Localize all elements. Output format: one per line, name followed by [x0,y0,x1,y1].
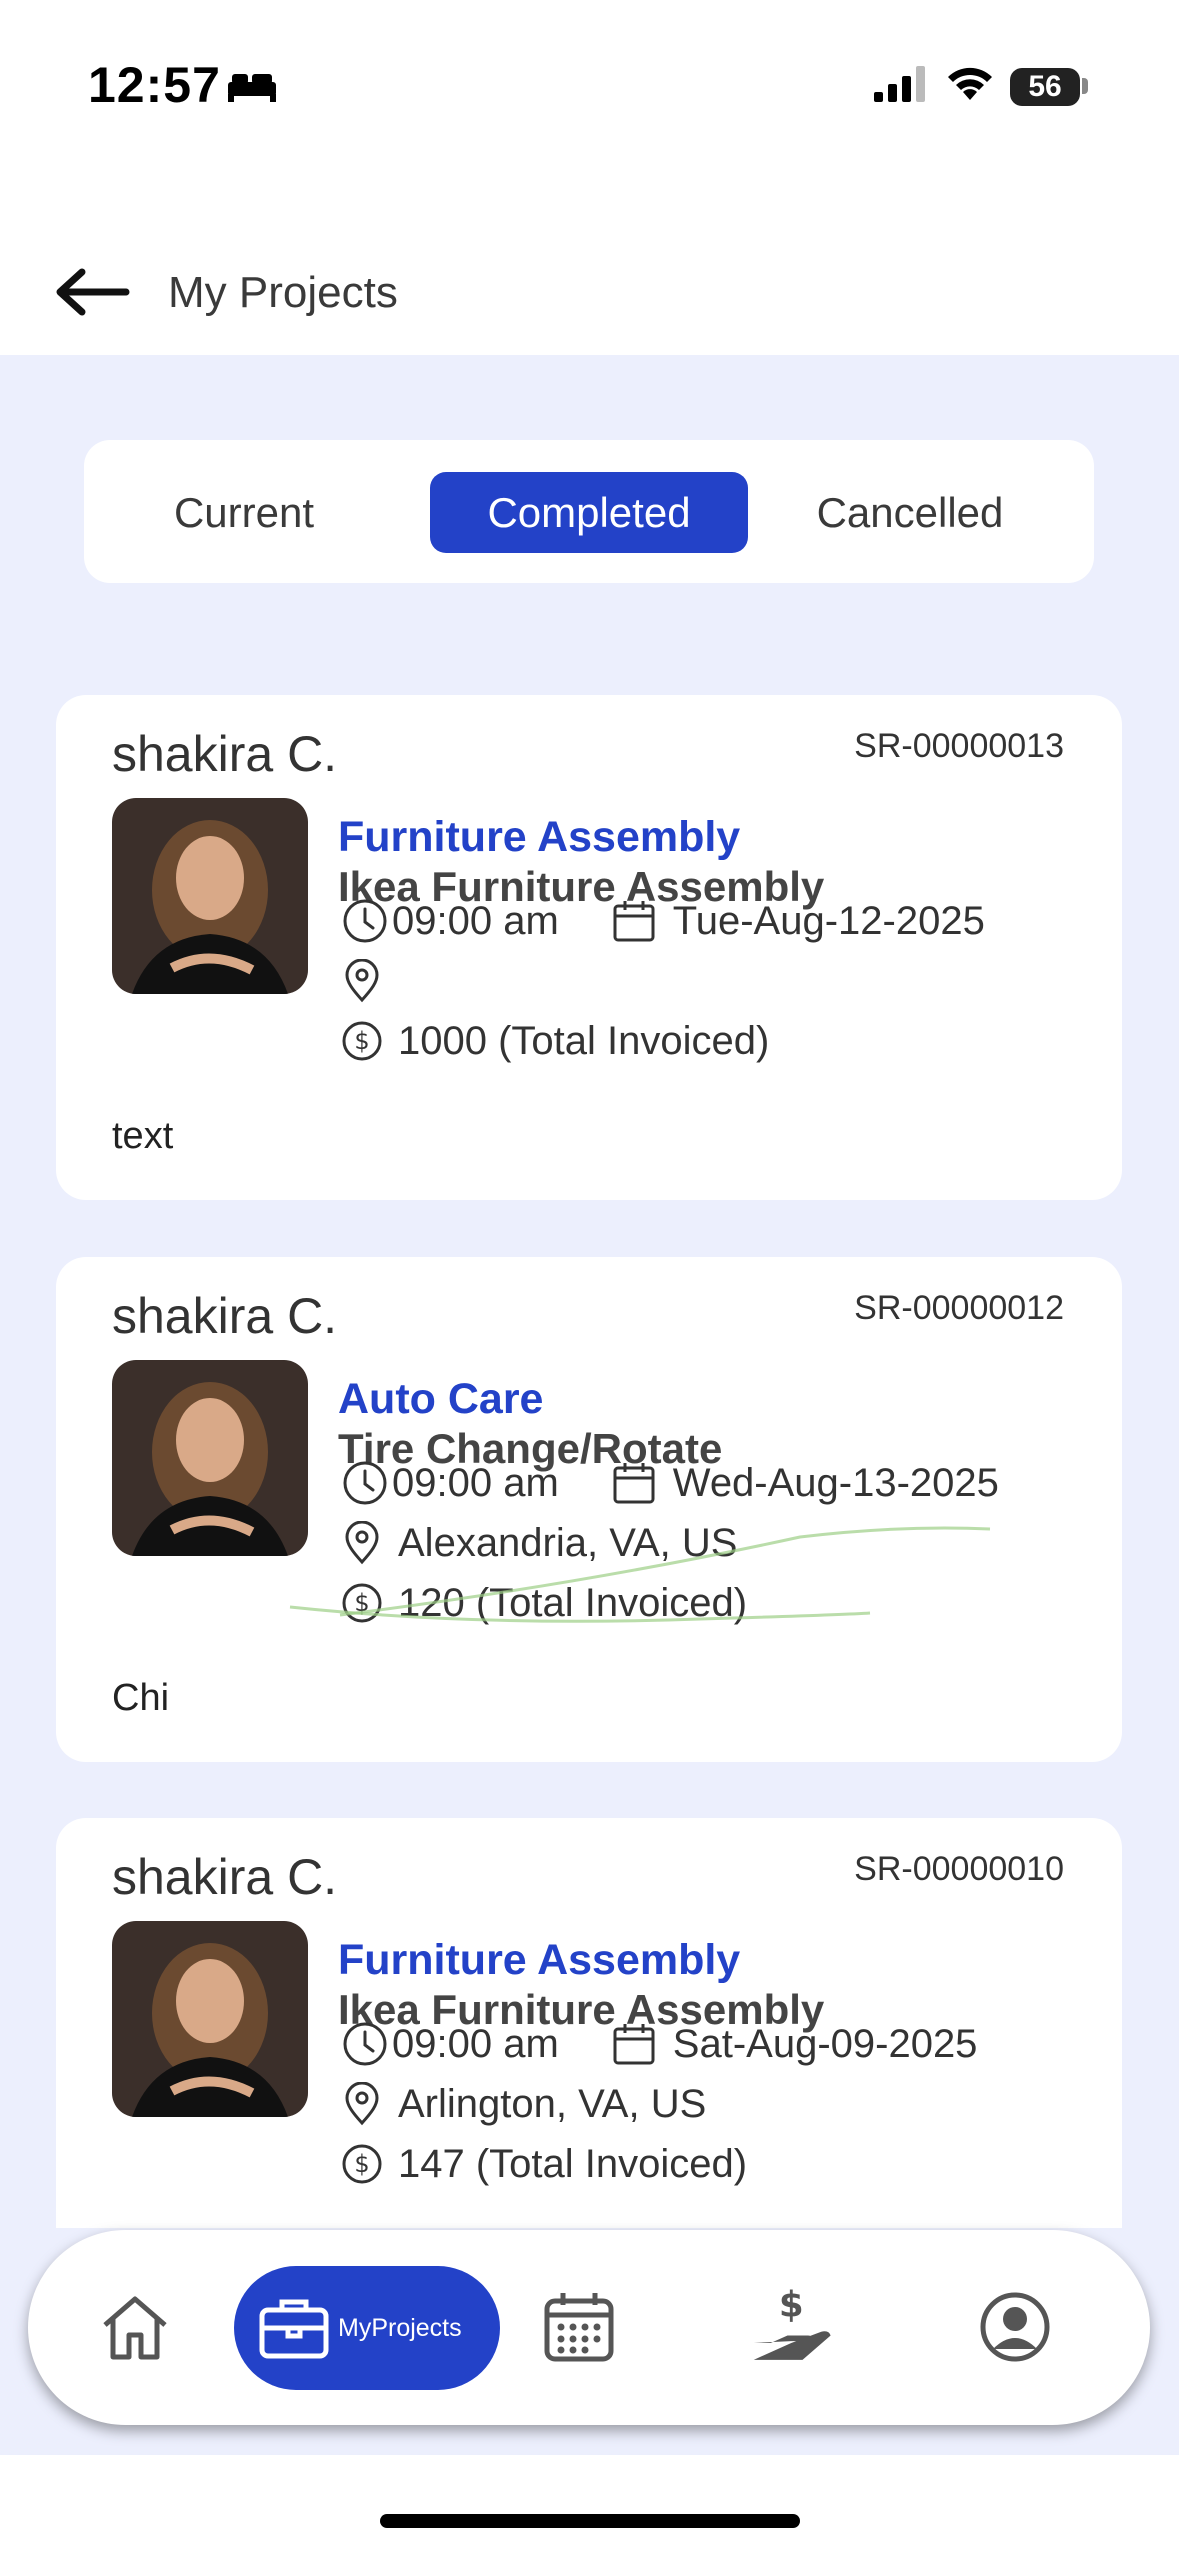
time-value: 09:00 am [392,898,559,943]
dollar-hand-icon: $ [753,2285,831,2360]
dollar-circle-icon: $ [342,2144,382,2184]
project-note: Chi [112,1677,170,1719]
amount-value: 147 (Total Invoiced) [398,2141,748,2186]
nav-profile[interactable] [970,2282,1060,2372]
service-request-id: SR-00000010 [854,1850,1064,1888]
amount-value: 1000 (Total Invoiced) [398,1018,770,1063]
service-category: Auto Care [338,1375,544,1423]
calendar-icon [544,2293,614,2362]
projects-content: Current Completed Cancelled shakira C. S… [0,355,1179,2455]
clock-icon [343,899,387,943]
customer-name: shakira C. [112,726,338,782]
location-value: Arlington, VA, US [398,2081,707,2126]
wifi-icon [948,67,992,100]
svg-text:$: $ [354,1589,369,1617]
time-value: 09:00 am [392,1460,559,1505]
home-indicator [380,2514,800,2528]
avatar [112,1360,308,1556]
status-bar: 12:57 56 [0,0,1179,175]
location-pin-icon [345,2082,379,2126]
location-row: Arlington, VA, US [342,2078,706,2130]
project-card[interactable]: shakira C. SR-00000013 Furniture Assembl… [56,695,1122,1200]
profile-icon [980,2292,1050,2362]
calendar-icon [613,901,655,942]
tab-current[interactable]: Current [144,472,344,553]
nav-myprojects-label: MyProjects [338,2313,462,2342]
customer-name: shakira C. [112,1849,338,1905]
calendar-icon [613,2024,655,2065]
amount-row: $ 147 (Total Invoiced) [342,2138,747,2190]
home-icon [103,2296,167,2360]
app-header: My Projects [0,230,1179,355]
customer-name: shakira C. [112,1288,338,1344]
sleep-mode-icon [228,74,276,102]
schedule-row: 09:00 am Wed-Aug-13-2025 [342,1457,999,1509]
project-note: text [112,1115,174,1157]
amount-value: 120 (Total Invoiced) [398,1580,748,1625]
svg-text:$: $ [354,1027,369,1055]
clock-icon [343,2022,387,2066]
tab-completed[interactable]: Completed [430,472,748,553]
amount-row: $ 120 (Total Invoiced) [342,1577,747,1629]
avatar [112,1921,308,2117]
service-category: Furniture Assembly [338,1936,741,1984]
service-category: Furniture Assembly [338,813,741,861]
date-value: Sat-Aug-09-2025 [672,2021,978,2066]
schedule-row: 09:00 am Sat-Aug-09-2025 [342,2018,977,2070]
dollar-circle-icon: $ [342,1583,382,1623]
amount-row: $ 1000 (Total Invoiced) [342,1015,769,1067]
tab-cancelled[interactable]: Cancelled [790,472,1030,553]
battery-cap [1082,78,1088,94]
calendar-icon [613,1463,655,1504]
bottom-nav: MyProjects $ [28,2230,1150,2425]
service-request-id: SR-00000012 [854,1289,1064,1327]
date-value: Wed-Aug-13-2025 [672,1460,999,1505]
location-pin-icon [345,959,379,1003]
service-request-id: SR-00000013 [854,727,1064,765]
nav-earnings[interactable]: $ [750,2282,840,2372]
location-pin-icon [345,1521,379,1565]
page-title: My Projects [168,268,398,317]
nav-myprojects[interactable]: MyProjects [234,2266,500,2390]
status-time: 12:57 [88,57,221,113]
location-value: Alexandria, VA, US [398,1520,738,1565]
bottom-safe-area [0,2455,1179,2556]
schedule-row: 09:00 am Tue-Aug-12-2025 [342,895,985,947]
back-arrow-icon[interactable] [52,264,132,320]
battery-indicator: 56 [1010,68,1080,106]
clock-icon [343,1461,387,1505]
location-row: Alexandria, VA, US [342,1517,737,1569]
project-card[interactable]: shakira C. SR-00000012 Auto Care Tire Ch… [56,1257,1122,1762]
briefcase-icon [259,2299,329,2359]
nav-home[interactable] [90,2282,180,2372]
cellular-signal-icon [874,66,925,102]
dollar-circle-icon: $ [342,1021,382,1061]
status-tabs: Current Completed Cancelled [84,440,1094,583]
location-row [342,955,398,1007]
svg-text:$: $ [354,2150,369,2178]
time-value: 09:00 am [392,2021,559,2066]
svg-text:$: $ [779,2285,804,2326]
nav-calendar[interactable] [534,2282,624,2372]
date-value: Tue-Aug-12-2025 [672,898,985,943]
avatar [112,798,308,994]
